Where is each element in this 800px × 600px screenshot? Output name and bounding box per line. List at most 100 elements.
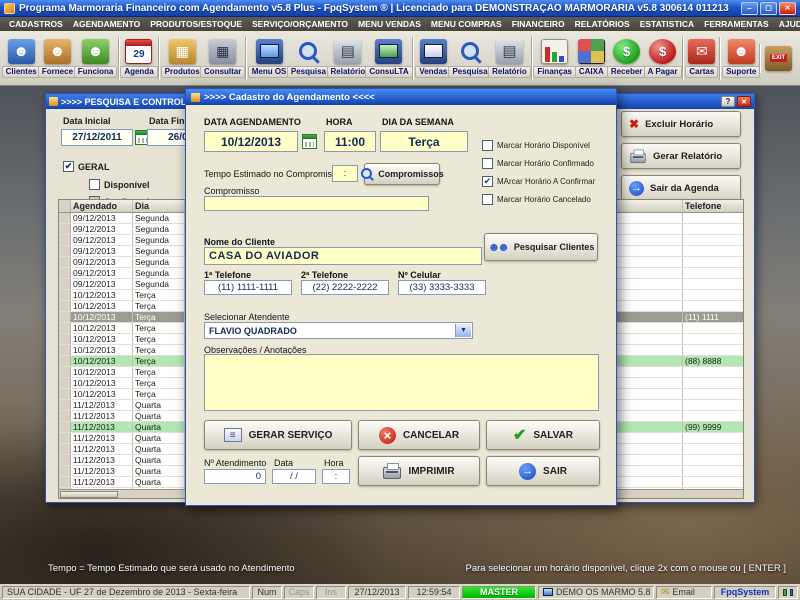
toolbar-item[interactable]: Agenda	[118, 37, 157, 80]
disponivel-checkbox[interactable]: Disponível	[89, 179, 150, 190]
hora-field[interactable]: :	[322, 469, 350, 484]
cadastro-agendamento-dialog: >>>> Cadastro do Agendamento <<<< DATA A…	[185, 88, 617, 506]
toolbar-item[interactable]: Consultar	[202, 37, 243, 80]
toolbar-item[interactable]: Cartas	[682, 37, 717, 80]
minimize-icon[interactable]	[741, 2, 758, 15]
dia-da-semana-field[interactable]: Terça	[380, 131, 468, 152]
menu-item[interactable]: ESTATISTICA	[635, 19, 699, 29]
marcar-horario-checkbox[interactable]: Marcar Horário Disponível	[482, 140, 590, 151]
excluir-horario-button[interactable]: Excluir Horário	[621, 111, 741, 137]
toolbar-item[interactable]: Finanças	[531, 37, 574, 80]
cell-agendado: 09/12/2013	[71, 268, 133, 278]
toolbar-item[interactable]	[759, 44, 793, 73]
window-controls	[741, 2, 796, 15]
imprimir-button[interactable]: IMPRIMIR	[358, 456, 480, 486]
button-label: Gerar Relatório	[653, 151, 722, 162]
toolbar-item[interactable]: Fornece	[39, 37, 75, 80]
nome-cliente-field[interactable]: CASA DO AVIADOR	[204, 247, 482, 265]
status-email[interactable]: Email	[656, 586, 712, 599]
row-selector	[59, 378, 71, 388]
toolbar-item[interactable]: Pesquisa	[450, 37, 490, 80]
menu-item[interactable]: CADASTROS	[4, 19, 68, 29]
sair-button[interactable]: SAIR	[486, 456, 600, 486]
menu-item[interactable]: FERRAMENTAS	[699, 19, 774, 29]
checkbox-label: Marcar Horário Confirmado	[497, 159, 594, 168]
toolbar-item[interactable]: ConsuLTA	[367, 37, 410, 80]
close-icon[interactable]	[779, 2, 796, 15]
cancelar-button[interactable]: CANCELAR	[358, 420, 480, 450]
toolbar-item[interactable]: CAIXA	[574, 37, 608, 80]
menu-item-label: CADASTROS	[9, 19, 63, 29]
toolbar-item[interactable]: Relatório	[328, 37, 367, 80]
menu-item[interactable]: AGENDAMENTO	[68, 19, 145, 29]
toolbar-item[interactable]: Menu OS	[245, 37, 288, 80]
hora-field[interactable]: 11:00	[324, 131, 376, 152]
data-agendamento-field[interactable]: 10/12/2013	[204, 131, 298, 152]
dialog-titlebar[interactable]: >>>> Cadastro do Agendamento <<<<	[186, 89, 616, 105]
monitor-sales-icon	[420, 39, 447, 64]
toolbar-item[interactable]: Vendas	[412, 37, 450, 80]
atendimento-field[interactable]: 0	[204, 469, 266, 484]
pesquisar-clientes-button[interactable]: Pesquisar Clientes	[484, 233, 598, 261]
toolbar-item[interactable]: Pesquisa	[289, 37, 329, 80]
menu-item[interactable]: FINANCEIRO	[507, 19, 570, 29]
compromisso-field[interactable]	[204, 196, 429, 211]
toolbar-item[interactable]: Suporte	[719, 37, 759, 80]
compromisso-label: Compromisso	[204, 186, 260, 196]
close-icon[interactable]	[737, 96, 751, 107]
gerar-relatorio-button[interactable]: Gerar Relatório	[621, 143, 741, 169]
cell-telefone	[683, 378, 743, 388]
menu-item[interactable]: PRODUTOS/ESTOQUE	[145, 19, 247, 29]
celular-field[interactable]: (33) 3333-3333	[398, 280, 486, 295]
cell-telefone	[683, 466, 743, 476]
search-icon	[295, 39, 322, 64]
telefone1-field[interactable]: (11) 1111-1111	[204, 280, 292, 295]
toolbar-item-label: Relatório	[488, 66, 531, 78]
menu-item[interactable]: AJUDA	[774, 19, 800, 29]
data-field[interactable]: / /	[272, 469, 316, 484]
start-date-field[interactable]: 27/12/2011	[61, 129, 133, 146]
chevron-down-icon[interactable]	[455, 324, 471, 337]
marcar-horario-checkbox[interactable]: Marcar Horário Cancelado	[482, 194, 591, 205]
calendar-icon[interactable]	[302, 134, 317, 149]
button-label: Sair da Agenda	[650, 183, 719, 194]
toolbar-item[interactable]: Relatório	[490, 37, 529, 80]
menu-item[interactable]: SERVIÇO/ORÇAMENTO	[247, 19, 353, 29]
search-icon	[360, 167, 374, 181]
toolbar-item-label: Pesquisa	[448, 66, 491, 78]
help-icon[interactable]	[721, 96, 735, 107]
row-selector	[59, 400, 71, 410]
gerar-servico-button[interactable]: GERAR SERVIÇO	[204, 420, 352, 450]
checkbox-icon	[482, 176, 493, 187]
toolbar-item[interactable]: Receber	[608, 37, 645, 80]
column-dia[interactable]: Dia	[133, 200, 185, 212]
tempo-estimado-field[interactable]: :	[332, 165, 358, 182]
marcar-horario-checkbox[interactable]: Marcar Horário Confirmado	[482, 158, 594, 169]
toolbar-item[interactable]: Produtos	[158, 37, 202, 80]
telefone2-field[interactable]: (22) 2222-2222	[301, 280, 389, 295]
cell-dia: Quarta	[133, 400, 185, 410]
marcar-horario-checkbox[interactable]: MArcar Horário A Confirmar	[482, 176, 595, 187]
exit-icon	[765, 46, 792, 71]
compromissos-button[interactable]: Compromissos	[364, 163, 440, 185]
scrollbar-thumb[interactable]	[60, 491, 118, 498]
observacoes-textarea[interactable]	[204, 354, 599, 411]
clients-icon	[488, 240, 507, 254]
sair-da-agenda-button[interactable]: Sair da Agenda	[621, 175, 741, 201]
cell-telefone	[683, 455, 743, 465]
row-selector	[59, 235, 71, 245]
column-telefone[interactable]: Telefone	[683, 200, 743, 212]
menu-item[interactable]: MENU VENDAS	[353, 19, 426, 29]
atendente-select[interactable]: FLAVIO QUADRADO	[204, 322, 473, 339]
toolbar-item[interactable]: Clientes	[3, 37, 39, 80]
geral-checkbox[interactable]: GERAL	[63, 161, 110, 172]
menu-item[interactable]: MENU COMPRAS	[426, 19, 507, 29]
toolbar-item[interactable]: A Pagar	[645, 37, 680, 80]
maximize-icon[interactable]	[760, 2, 777, 15]
menu-item[interactable]: RELATÓRIOS	[570, 19, 635, 29]
cell-agendado: 09/12/2013	[71, 257, 133, 267]
salvar-button[interactable]: SALVAR	[486, 420, 600, 450]
cell-agendado: 09/12/2013	[71, 235, 133, 245]
toolbar-item[interactable]: Funciona	[76, 37, 116, 80]
column-agendado[interactable]: Agendado	[71, 200, 133, 212]
